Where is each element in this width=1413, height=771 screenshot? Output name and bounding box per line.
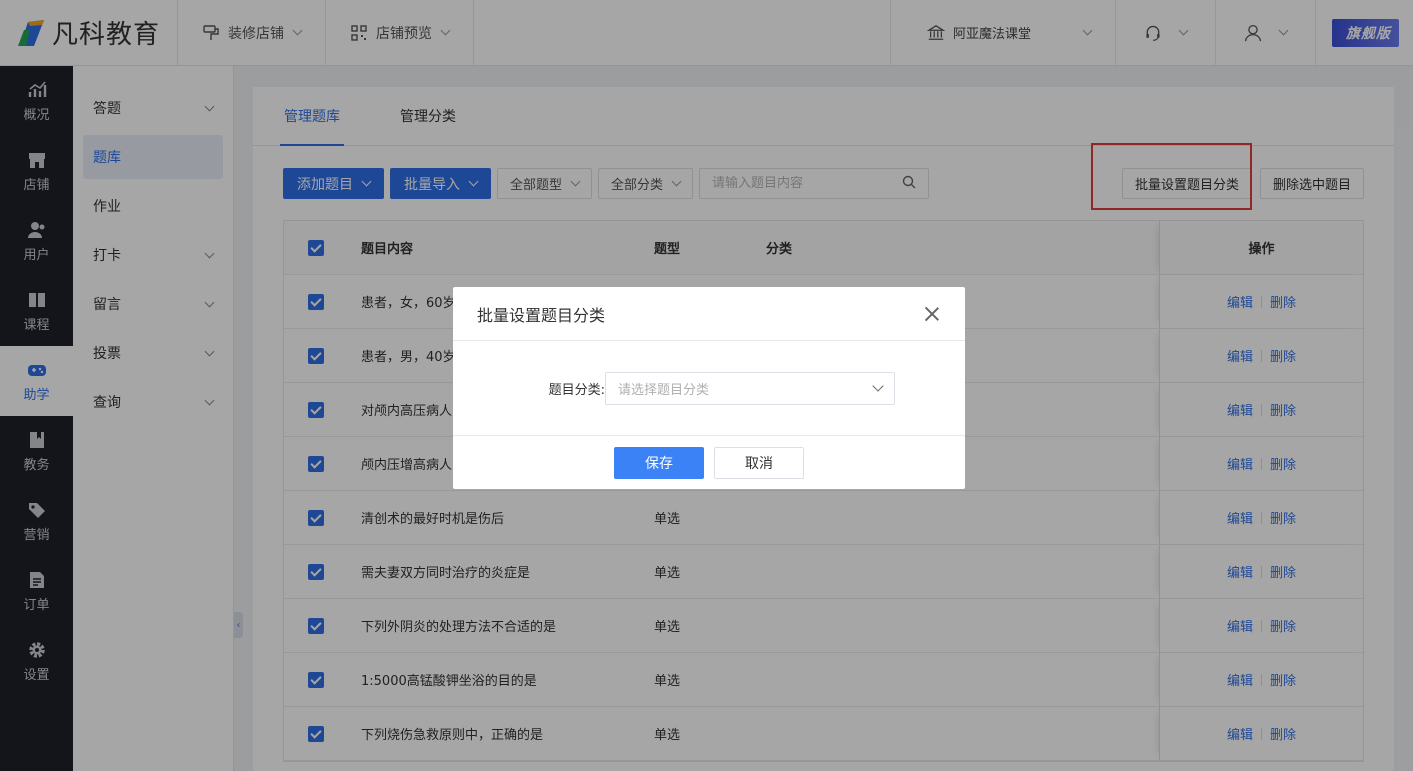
dialog-header: 批量设置题目分类 (453, 287, 965, 341)
category-select[interactable]: 请选择题目分类 (605, 371, 895, 405)
dialog-body: 题目分类: 请选择题目分类 (453, 341, 965, 436)
chevron-down-icon (872, 380, 884, 392)
cancel-button[interactable]: 取消 (714, 446, 804, 479)
close-icon[interactable] (923, 305, 941, 323)
category-select-placeholder: 请选择题目分类 (618, 382, 710, 398)
batch-category-dialog: 批量设置题目分类 题目分类: 请选择题目分类 保存 取消 (453, 287, 965, 489)
dialog-title: 批量设置题目分类 (477, 305, 606, 325)
category-field-label: 题目分类: (548, 382, 605, 398)
save-button[interactable]: 保存 (614, 446, 704, 479)
dialog-footer: 保存 取消 (453, 436, 965, 489)
